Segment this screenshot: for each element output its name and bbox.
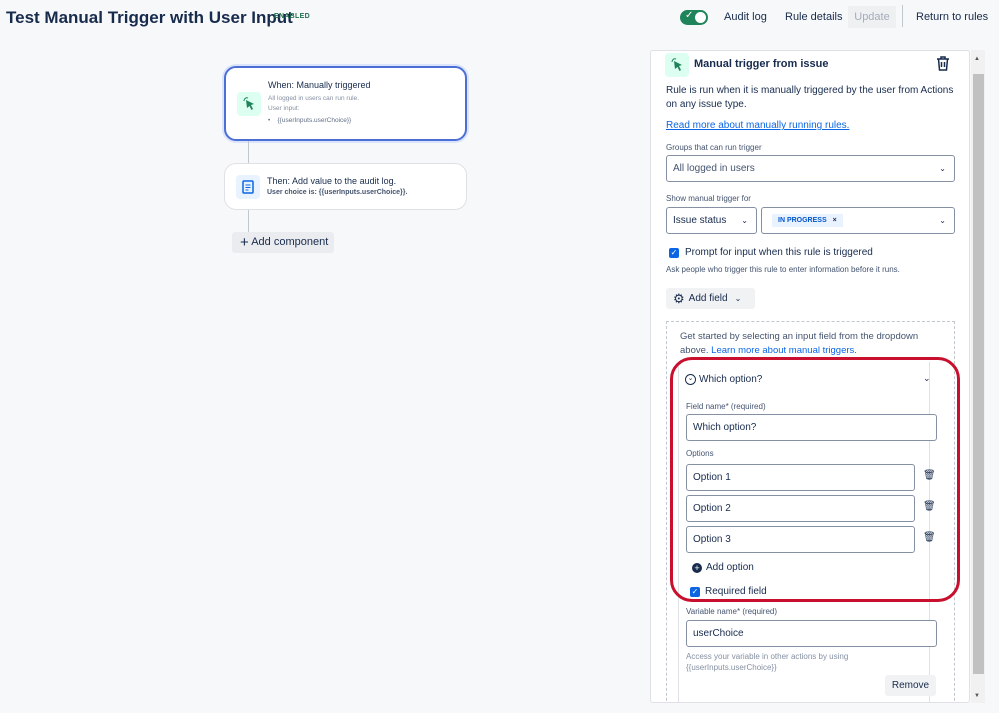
divider [902, 5, 903, 27]
trigger-line1: All logged in users can run rule. [268, 95, 359, 102]
status-multiselect[interactable]: IN PROGRESS × ⌄ [761, 207, 955, 234]
remove-field-button[interactable]: Remove [885, 675, 936, 696]
chevron-down-icon: ⌄ [939, 164, 946, 173]
action-detail: User choice is: {{userInputs.userChoice}… [267, 189, 407, 196]
prompt-label: Prompt for input when this rule is trigg… [685, 247, 873, 258]
status-tag: IN PROGRESS [778, 217, 827, 224]
show-label: Show manual trigger for [666, 194, 751, 203]
show-type-value: Issue status [673, 215, 726, 226]
add-field-button[interactable]: ⚙ Add field ⌄ [666, 288, 755, 309]
panel-description: Rule is run when it is manually triggere… [666, 84, 956, 112]
gear-icon: ⚙ [673, 291, 685, 307]
cursor-click-icon [237, 92, 261, 116]
read-more-link[interactable]: Read more about manually running rules. [666, 120, 849, 131]
add-component-label: Add component [251, 236, 328, 248]
plus-icon: + [240, 234, 249, 251]
panel-scrollbar[interactable]: ▲▼ [971, 50, 985, 703]
document-icon [236, 175, 260, 199]
chevron-down-icon: ⌄ [735, 294, 742, 303]
groups-value: All logged in users [673, 163, 755, 174]
required-note: (required) [742, 607, 777, 616]
chevron-down-icon: ⌄ [741, 216, 748, 225]
prompt-checkbox[interactable]: ✓ [669, 248, 679, 258]
rule-enabled-toggle[interactable]: ✓ [680, 10, 708, 25]
add-component-button[interactable]: + Add component [232, 232, 334, 253]
groups-label: Groups that can run trigger [666, 143, 762, 152]
check-icon: ✓ [685, 10, 693, 21]
delete-trigger-icon[interactable] [936, 55, 950, 74]
variable-name-input[interactable]: userChoice [686, 620, 937, 647]
variable-hint-syntax: {{userInputs.userChoice}} [686, 663, 777, 672]
action-title: Then: Add value to the audit log. [267, 176, 396, 186]
page-title: Test Manual Trigger with User Input [6, 8, 293, 28]
prompt-hint: Ask people who trigger this rule to ente… [666, 265, 900, 274]
issue-status-select[interactable]: Issue status ⌄ [666, 207, 757, 234]
status-badge: ENABLED [274, 13, 310, 20]
trigger-line2: User input: [268, 105, 299, 112]
cursor-click-icon [665, 53, 689, 77]
variable-hint: Access your variable in other actions by… [686, 652, 848, 661]
trigger-line3: {{userInputs.userChoice}} [278, 117, 352, 124]
audit-log-button[interactable]: Audit log [724, 11, 767, 23]
remove-tag-icon[interactable]: × [833, 217, 837, 224]
action-card[interactable]: Then: Add value to the audit log. User c… [224, 163, 467, 210]
rule-details-button[interactable]: Rule details [785, 11, 842, 23]
groups-select[interactable]: All logged in users ⌄ [666, 155, 955, 182]
learn-more-link[interactable]: Learn more about manual triggers. [711, 345, 857, 356]
add-field-label: Add field [689, 293, 728, 304]
update-button[interactable]: Update [848, 6, 896, 28]
trigger-title: When: Manually triggered [268, 80, 371, 90]
variable-name-label: Variable name [686, 607, 737, 616]
highlight-annotation [670, 357, 960, 602]
return-to-rules-button[interactable]: Return to rules [916, 11, 988, 23]
trigger-card[interactable]: When: Manually triggered All logged in u… [224, 66, 467, 141]
panel-title: Manual trigger from issue [694, 58, 828, 70]
chevron-down-icon: ⌄ [939, 216, 946, 225]
